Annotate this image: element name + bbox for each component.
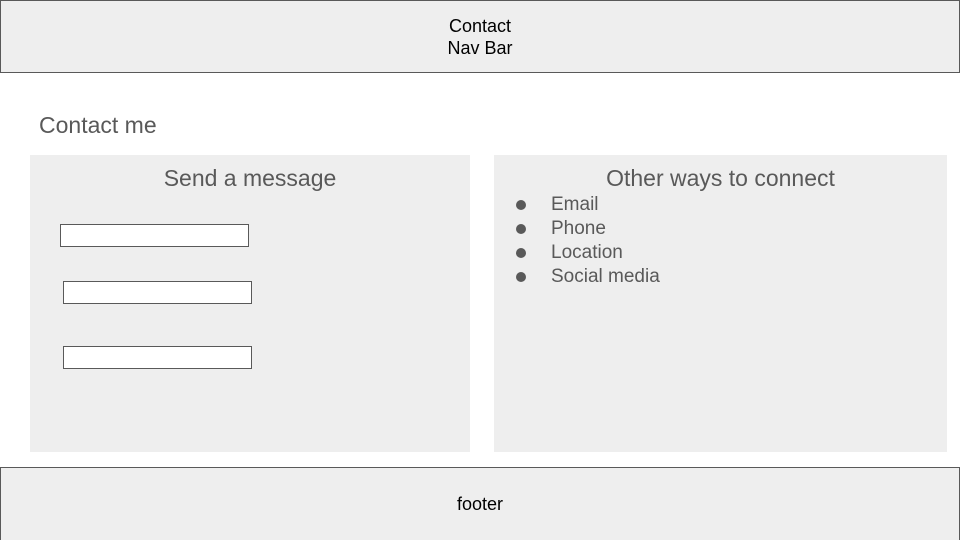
other-ways-title: Other ways to connect	[606, 165, 835, 191]
footer: footer	[0, 467, 960, 540]
bullet-icon	[516, 200, 526, 210]
bullet-icon	[516, 272, 526, 282]
message-field-2[interactable]	[63, 281, 252, 304]
connect-item-label: Phone	[551, 218, 606, 239]
connect-item-label: Email	[551, 194, 599, 215]
message-field-1[interactable]	[60, 224, 249, 247]
nav-bar-label-line2: Nav Bar	[447, 37, 513, 58]
bullet-icon	[516, 248, 526, 258]
connect-item-label: Location	[551, 242, 623, 263]
contact-page-wireframe: Contact Nav Bar Contact me Send a messag…	[0, 0, 960, 540]
send-message-panel: Send a message	[30, 155, 470, 452]
nav-bar-label-line1: Contact	[448, 15, 512, 36]
page-title: Contact me	[39, 112, 157, 138]
other-ways-panel: Other ways to connect Email Phone Locati…	[494, 155, 947, 452]
footer-label: footer	[456, 493, 504, 514]
connect-item-label: Social media	[551, 266, 660, 287]
send-message-title: Send a message	[163, 165, 337, 191]
nav-bar[interactable]: Contact Nav Bar	[0, 0, 960, 73]
bullet-icon	[516, 224, 526, 234]
message-field-3[interactable]	[63, 346, 252, 369]
